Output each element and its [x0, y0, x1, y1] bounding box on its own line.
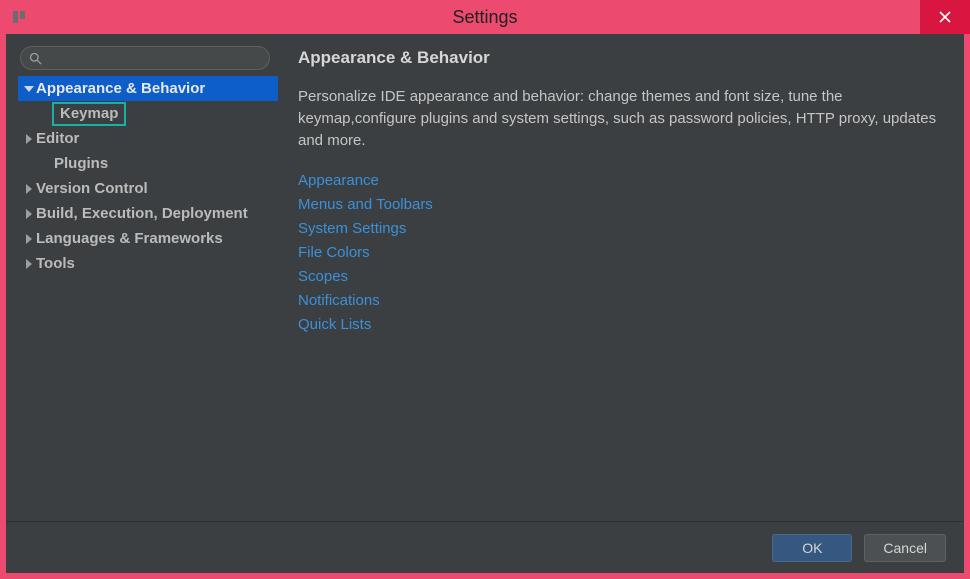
page-title: Appearance & Behavior — [298, 48, 942, 68]
tree-item-label: Editor — [36, 127, 79, 151]
subpage-links: AppearanceMenus and ToolbarsSystem Setti… — [298, 170, 942, 336]
link-file-colors[interactable]: File Colors — [298, 242, 942, 264]
titlebar: Settings — [0, 0, 970, 34]
settings-dialog: Appearance & BehaviorKeymapEditorPlugins… — [6, 34, 964, 573]
expand-arrow-icon[interactable] — [22, 184, 36, 194]
window-title: Settings — [0, 7, 970, 28]
tree-item-plugins[interactable]: Plugins — [18, 151, 278, 176]
tree-item-label: Tools — [36, 252, 75, 276]
search-wrap — [18, 44, 278, 76]
tree-item-build-execution-deployment[interactable]: Build, Execution, Deployment — [18, 201, 278, 226]
expand-arrow-icon[interactable] — [22, 209, 36, 219]
tree-item-label: Appearance & Behavior — [36, 77, 205, 101]
tree-item-label: Languages & Frameworks — [36, 227, 223, 251]
page-description: Personalize IDE appearance and behavior:… — [298, 86, 938, 152]
search-field[interactable] — [20, 46, 270, 70]
search-icon — [29, 52, 42, 65]
tree-item-appearance-behavior[interactable]: Appearance & Behavior — [18, 76, 278, 101]
expand-arrow-icon[interactable] — [22, 259, 36, 269]
tree-item-label: Version Control — [36, 177, 148, 201]
tree-item-label: Plugins — [54, 152, 108, 176]
expand-arrow-icon[interactable] — [22, 234, 36, 244]
expand-arrow-icon[interactable] — [22, 86, 36, 92]
close-icon — [939, 11, 951, 23]
main-panel: Appearance & Behavior Personalize IDE ap… — [278, 44, 952, 521]
tree-item-tools[interactable]: Tools — [18, 251, 278, 276]
search-input[interactable] — [48, 51, 261, 66]
link-system-settings[interactable]: System Settings — [298, 218, 942, 240]
tree-item-editor[interactable]: Editor — [18, 126, 278, 151]
dialog-footer: OK Cancel — [6, 521, 964, 573]
link-appearance[interactable]: Appearance — [298, 170, 942, 192]
app-icon — [10, 8, 28, 26]
close-button[interactable] — [920, 0, 970, 34]
dialog-content: Appearance & BehaviorKeymapEditorPlugins… — [6, 34, 964, 521]
link-notifications[interactable]: Notifications — [298, 290, 942, 312]
tree-item-languages-frameworks[interactable]: Languages & Frameworks — [18, 226, 278, 251]
cancel-button[interactable]: Cancel — [864, 534, 946, 562]
link-quick-lists[interactable]: Quick Lists — [298, 314, 942, 336]
tree-item-keymap[interactable]: Keymap — [18, 101, 278, 126]
sidebar: Appearance & BehaviorKeymapEditorPlugins… — [18, 44, 278, 521]
tree-item-label: Keymap — [52, 102, 126, 126]
settings-tree: Appearance & BehaviorKeymapEditorPlugins… — [18, 76, 278, 276]
tree-item-version-control[interactable]: Version Control — [18, 176, 278, 201]
ok-button[interactable]: OK — [772, 534, 852, 562]
link-menus-and-toolbars[interactable]: Menus and Toolbars — [298, 194, 942, 216]
expand-arrow-icon[interactable] — [22, 134, 36, 144]
link-scopes[interactable]: Scopes — [298, 266, 942, 288]
tree-item-label: Build, Execution, Deployment — [36, 202, 248, 226]
